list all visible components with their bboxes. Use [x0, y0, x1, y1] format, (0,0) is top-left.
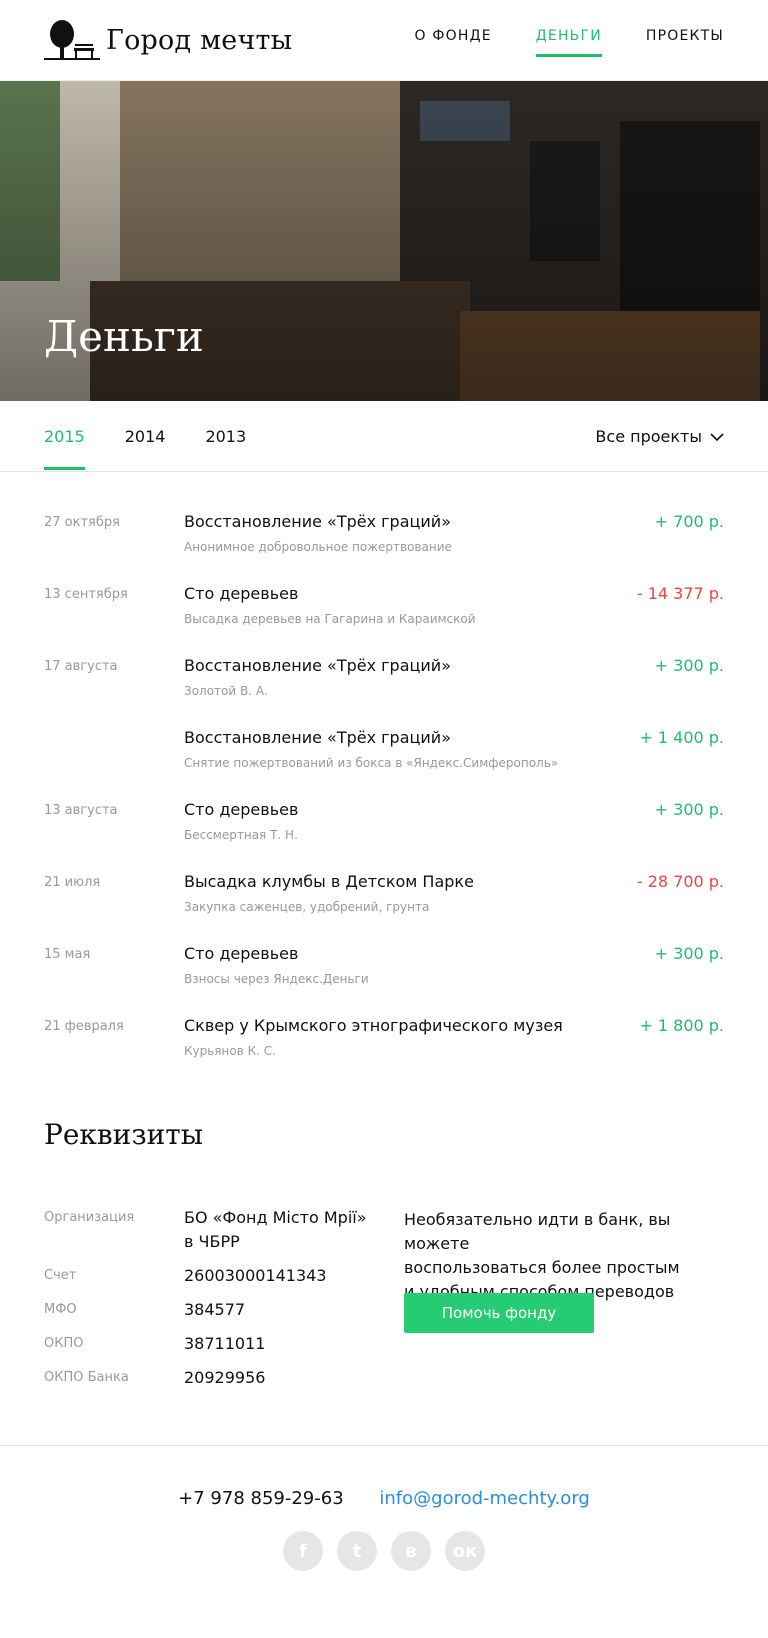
- transaction-subtitle: Бессмертная Т. Н.: [184, 828, 298, 842]
- social-links: f t в ок: [0, 1531, 768, 1571]
- requisite-value: БО «Фонд Місто Мрії»: [184, 1208, 367, 1227]
- transaction-title[interactable]: Высадка клумбы в Детском Парке: [184, 872, 474, 891]
- requisite-label: ОКПО: [44, 1336, 84, 1351]
- tab-2015[interactable]: 2015: [44, 427, 85, 470]
- requisites-title: Реквизиты: [44, 1118, 204, 1151]
- transaction-date: 17 августа: [44, 659, 118, 674]
- transaction-title[interactable]: Сто деревьев: [184, 800, 298, 819]
- transaction-date: 15 мая: [44, 947, 91, 962]
- site-header: Город мечты О ФОНДЕ ДЕНЬГИ ПРОЕКТЫ: [0, 0, 768, 81]
- transaction-date: 27 октября: [44, 515, 120, 530]
- requisite-value: 384577: [184, 1300, 246, 1319]
- requisite-value: 20929956: [184, 1368, 266, 1387]
- transaction-title[interactable]: Сквер у Крымского этнографического музея: [184, 1016, 563, 1035]
- facebook-icon[interactable]: f: [283, 1531, 323, 1571]
- transaction-subtitle: Курьянов К. С.: [184, 1044, 276, 1058]
- page-title: Деньги: [44, 312, 204, 361]
- filter-bar: 2015 2014 2013 Все проекты: [0, 401, 768, 472]
- phone-number[interactable]: +7 978 859-29-63: [178, 1488, 344, 1509]
- transaction-amount: + 300 р.: [654, 800, 724, 819]
- transaction-title[interactable]: Сто деревьев: [184, 944, 298, 963]
- projects-dropdown[interactable]: Все проекты: [595, 427, 724, 446]
- projects-dropdown-label: Все проекты: [595, 427, 702, 446]
- list-item: 15 мая Сто деревьев Взносы через Яндекс.…: [44, 944, 724, 1016]
- requisite-value: 38711011: [184, 1334, 266, 1353]
- list-item: 13 сентября Сто деревьев Высадка деревье…: [44, 584, 724, 656]
- year-tabs: 2015 2014 2013: [44, 427, 246, 470]
- list-item: 21 февраля Сквер у Крымского этнографиче…: [44, 1016, 724, 1088]
- transaction-title[interactable]: Восстановление «Трёх граций»: [184, 512, 451, 531]
- transaction-date: 13 сентября: [44, 587, 128, 602]
- brand-name: Город мечты: [106, 24, 293, 56]
- twitter-icon[interactable]: t: [337, 1531, 377, 1571]
- transfer-note-line: воспользоваться более простым: [404, 1258, 680, 1277]
- transaction-amount: + 700 р.: [654, 512, 724, 531]
- transaction-subtitle: Закупка саженцев, удобрений, грунта: [184, 900, 430, 914]
- tab-2014[interactable]: 2014: [125, 427, 166, 470]
- main-nav: О ФОНДЕ ДЕНЬГИ ПРОЕКТЫ: [415, 28, 725, 57]
- list-item: 17 августа Восстановление «Трёх граций» …: [44, 656, 724, 728]
- list-item: 13 августа Сто деревьев Бессмертная Т. Н…: [44, 800, 724, 872]
- requisite-value: 26003000141343: [184, 1266, 327, 1285]
- tab-2013[interactable]: 2013: [205, 427, 246, 470]
- help-fund-button[interactable]: Помочь фонду: [404, 1293, 594, 1333]
- requisite-label: МФО: [44, 1302, 77, 1317]
- hero-banner: Деньги: [0, 81, 768, 401]
- transaction-subtitle: Взносы через Яндекс.Деньги: [184, 972, 369, 986]
- transaction-amount: + 300 р.: [654, 944, 724, 963]
- transaction-date: 21 февраля: [44, 1019, 124, 1034]
- nav-about[interactable]: О ФОНДЕ: [415, 28, 492, 54]
- transaction-date: 21 июля: [44, 875, 101, 890]
- chevron-down-icon: [710, 432, 724, 441]
- requisite-label: Организация: [44, 1210, 135, 1225]
- email-link[interactable]: info@gorod-mechty.org: [379, 1488, 589, 1509]
- transfer-note: Необязательно идти в банк, вы можете вос…: [404, 1208, 714, 1304]
- transaction-amount: - 28 700 р.: [636, 872, 724, 891]
- transaction-amount: - 14 377 р.: [636, 584, 724, 603]
- logo[interactable]: Город мечты: [44, 18, 292, 62]
- transaction-amount: + 1 800 р.: [639, 1016, 724, 1035]
- transfer-note-line: Необязательно идти в банк, вы можете: [404, 1210, 671, 1253]
- transaction-subtitle: Анонимное добровольное пожертвование: [184, 540, 452, 554]
- requisite-label: ОКПО Банка: [44, 1370, 129, 1385]
- transaction-subtitle: Снятие пожертвований из бокса в «Яндекс.…: [184, 756, 559, 770]
- transaction-amount: + 1 400 р.: [639, 728, 724, 747]
- transaction-title[interactable]: Сто деревьев: [184, 584, 298, 603]
- list-item: Восстановление «Трёх граций» Снятие поже…: [44, 728, 724, 800]
- contacts: +7 978 859-29-63 info@gorod-mechty.org: [0, 1488, 768, 1509]
- odnoklassniki-icon[interactable]: ок: [445, 1531, 485, 1571]
- transaction-amount: + 300 р.: [654, 656, 724, 675]
- site-footer: +7 978 859-29-63 info@gorod-mechty.org f…: [0, 1445, 768, 1638]
- nav-money[interactable]: ДЕНЬГИ: [535, 28, 603, 57]
- vk-icon[interactable]: в: [391, 1531, 431, 1571]
- transaction-title[interactable]: Восстановление «Трёх граций»: [184, 728, 451, 747]
- transactions-list: 27 октября Восстановление «Трёх граций» …: [0, 472, 768, 1088]
- list-item: 21 июля Высадка клумбы в Детском Парке З…: [44, 872, 724, 944]
- list-item: 27 октября Восстановление «Трёх граций» …: [44, 512, 724, 584]
- transaction-title[interactable]: Восстановление «Трёх граций»: [184, 656, 451, 675]
- transaction-subtitle: Золотой В. А.: [184, 684, 268, 698]
- transaction-date: 13 августа: [44, 803, 118, 818]
- requisite-label: Счет: [44, 1268, 77, 1283]
- requisites-section: Реквизиты Организация БО «Фонд Місто Мрі…: [0, 1088, 768, 1408]
- requisite-value: в ЧБРР: [184, 1232, 240, 1251]
- transaction-subtitle: Высадка деревьев на Гагарина и Караимско…: [184, 612, 476, 626]
- nav-projects[interactable]: ПРОЕКТЫ: [646, 28, 724, 54]
- tree-bench-logo-icon: [44, 20, 100, 60]
